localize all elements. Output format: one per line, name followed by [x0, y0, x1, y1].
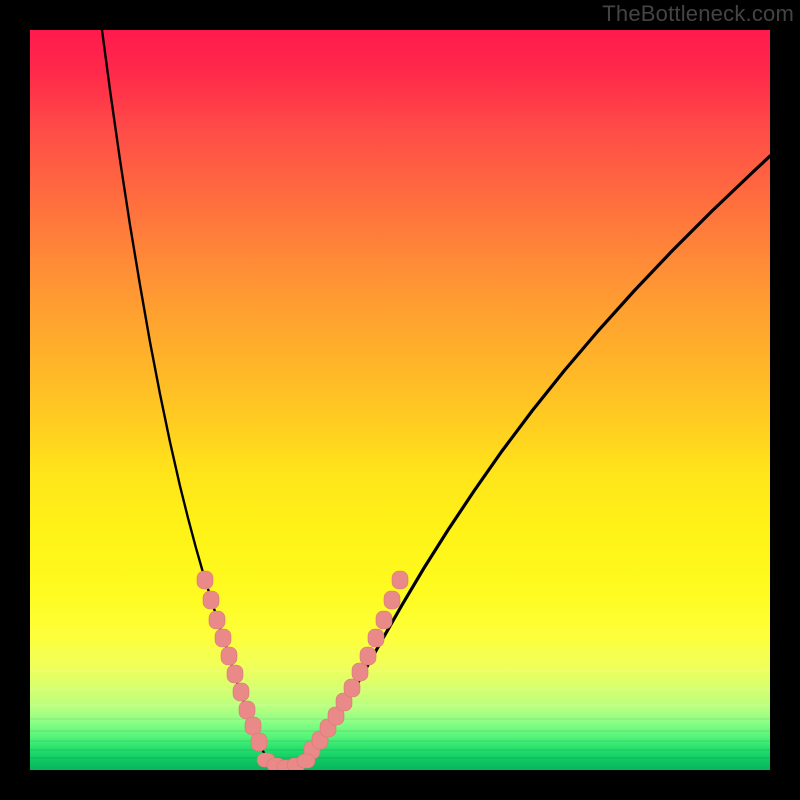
data-marker [203, 591, 219, 609]
data-marker [239, 701, 255, 719]
curve-group [102, 30, 770, 768]
data-marker [376, 611, 392, 629]
chart-frame: TheBottleneck.com [0, 0, 800, 800]
data-marker [233, 683, 249, 701]
data-marker [209, 611, 225, 629]
data-marker [245, 717, 261, 735]
data-marker [221, 647, 237, 665]
data-marker [384, 591, 400, 609]
data-marker [197, 571, 213, 589]
data-marker [360, 647, 376, 665]
marker-group [197, 571, 408, 770]
watermark-label: TheBottleneck.com [602, 1, 794, 27]
data-marker [215, 629, 231, 647]
plot-area [30, 30, 770, 770]
data-marker [297, 754, 315, 768]
data-marker [352, 663, 368, 681]
bottleneck-curve [102, 30, 770, 768]
data-marker [368, 629, 384, 647]
curve-svg [30, 30, 770, 770]
data-marker [392, 571, 408, 589]
curve-right-thick [304, 156, 770, 760]
data-marker [251, 733, 267, 751]
data-marker [344, 679, 360, 697]
data-marker [227, 665, 243, 683]
